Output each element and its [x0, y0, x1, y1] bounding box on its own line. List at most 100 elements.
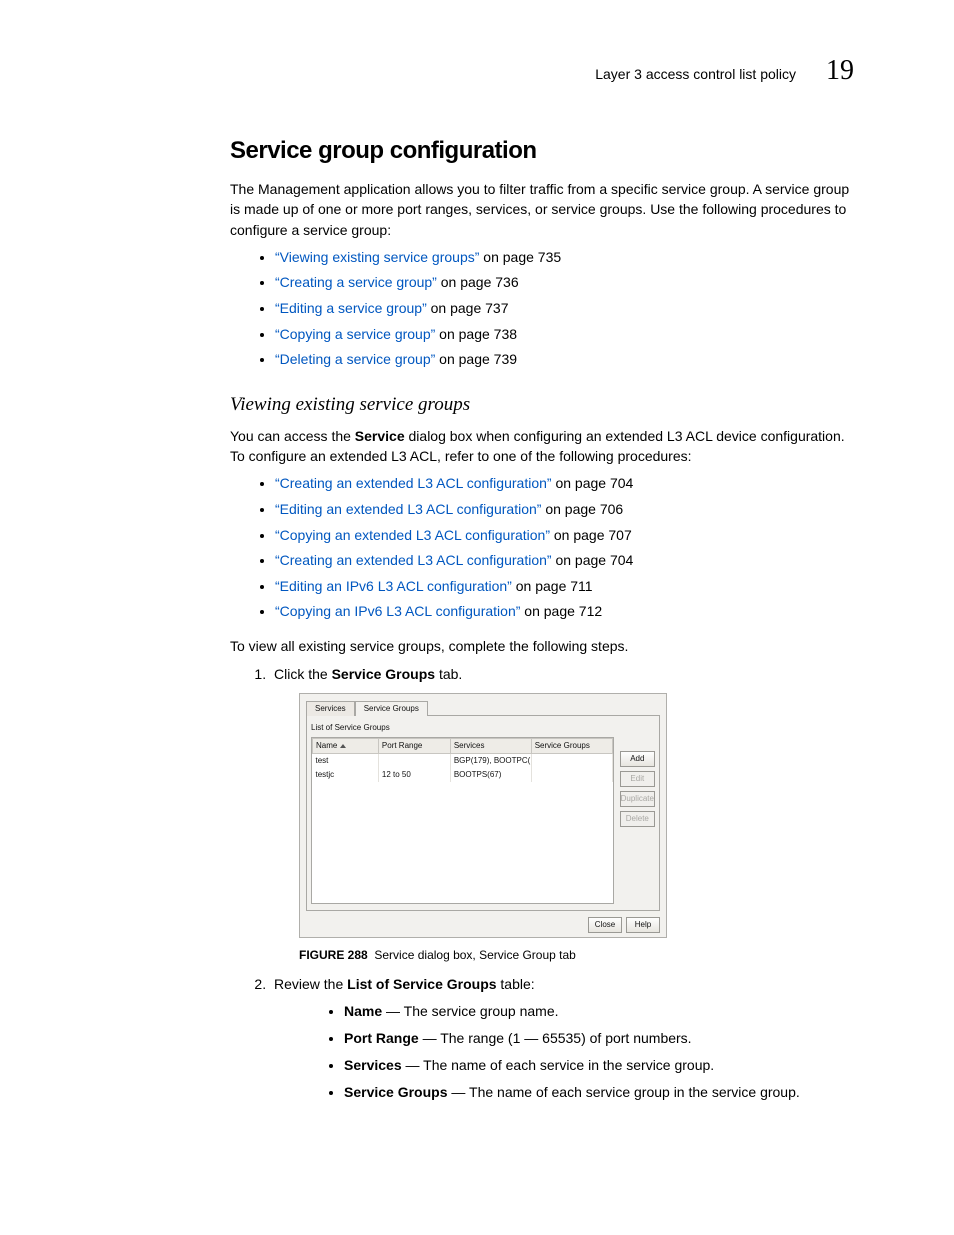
cell-groups — [531, 754, 612, 769]
link-suffix: on page 707 — [550, 527, 632, 543]
table-header-row: Name Port Range Services Service Groups — [313, 739, 613, 754]
list-item: “Deleting a service group” on page 739 — [275, 350, 854, 370]
list-item: “Creating a service group” on page 736 — [275, 273, 854, 293]
list-item: “Creating an extended L3 ACL configurati… — [275, 474, 854, 494]
list-item: “Copying a service group” on page 738 — [275, 325, 854, 345]
list-item: Port Range — The range (1 — 65535) of po… — [344, 1028, 854, 1049]
paragraph: You can access the Service dialog box wh… — [230, 426, 854, 467]
running-header: Layer 3 access control list policy 19 — [230, 55, 854, 87]
xref-link[interactable]: “Editing a service group” — [275, 300, 427, 316]
list-item: “Editing an extended L3 ACL configuratio… — [275, 500, 854, 520]
table-row[interactable]: test BGP(179), BOOTPC(... — [313, 754, 613, 769]
text: Review the — [274, 976, 347, 992]
text: — The service group name. — [382, 1003, 558, 1019]
acl-links-list: “Creating an extended L3 ACL configurati… — [230, 474, 854, 622]
text: Click the — [274, 666, 332, 682]
dialog-tabs: Services Service Groups — [306, 700, 660, 715]
cell-name: test — [313, 754, 379, 769]
list-item: “Copying an IPv6 L3 ACL configuration” o… — [275, 602, 854, 622]
cell-name: testjc — [313, 768, 379, 782]
col-services[interactable]: Services — [450, 739, 531, 754]
bold-text: List of Service Groups — [347, 976, 496, 992]
chapter-number: 19 — [826, 55, 854, 87]
bold-text: Name — [344, 1003, 382, 1019]
link-suffix: on page 738 — [435, 326, 517, 342]
link-suffix: on page 704 — [552, 552, 634, 568]
add-button[interactable]: Add — [620, 751, 655, 767]
steps-list: Click the Service Groups tab. Services S… — [230, 664, 854, 1103]
xref-link[interactable]: “Copying an IPv6 L3 ACL configuration” — [275, 603, 520, 619]
header-section: Layer 3 access control list policy — [595, 66, 796, 82]
page: Layer 3 access control list policy 19 Se… — [0, 0, 954, 1235]
dialog-bottom-buttons: Close Help — [306, 917, 660, 933]
text: You can access the — [230, 428, 355, 444]
xref-link[interactable]: “Creating a service group” — [275, 274, 437, 290]
link-suffix: on page 736 — [437, 274, 519, 290]
xref-link[interactable]: “Creating an extended L3 ACL configurati… — [275, 552, 552, 568]
edit-button[interactable]: Edit — [620, 771, 655, 787]
xref-link[interactable]: “Editing an IPv6 L3 ACL configuration” — [275, 578, 512, 594]
text: table: — [497, 976, 535, 992]
text: — The name of each service in the servic… — [402, 1057, 715, 1073]
step2-sublist: Name — The service group name. Port Rang… — [274, 1001, 854, 1103]
xref-link[interactable]: “Copying a service group” — [275, 326, 435, 342]
figure-block: Services Service Groups List of Service … — [299, 693, 854, 964]
link-suffix: on page 711 — [512, 578, 593, 594]
col-name[interactable]: Name — [313, 739, 379, 754]
link-suffix: on page 739 — [435, 351, 517, 367]
bold-text: Services — [344, 1057, 402, 1073]
duplicate-button[interactable]: Duplicate — [620, 791, 655, 807]
xref-link[interactable]: “Viewing existing service groups” — [275, 249, 479, 265]
list-item: “Viewing existing service groups” on pag… — [275, 248, 854, 268]
list-item: Service Groups — The name of each servic… — [344, 1082, 854, 1103]
heading-viewing-groups: Viewing existing service groups — [230, 394, 854, 416]
xref-link[interactable]: “Copying an extended L3 ACL configuratio… — [275, 527, 550, 543]
col-service-groups[interactable]: Service Groups — [531, 739, 612, 754]
list-item: “Creating an extended L3 ACL configurati… — [275, 551, 854, 571]
sort-asc-icon — [340, 744, 346, 748]
xref-link[interactable]: “Creating an extended L3 ACL configurati… — [275, 475, 552, 491]
procedures-list: “Viewing existing service groups” on pag… — [230, 248, 854, 370]
paragraph: To view all existing service groups, com… — [230, 636, 854, 656]
bold-text: Service Groups — [332, 666, 436, 682]
table-row[interactable]: testjc 12 to 50 BOOTPS(67) — [313, 768, 613, 782]
grid-wrap: Name Port Range Services Service Groups — [311, 737, 655, 904]
link-suffix: on page 712 — [520, 603, 602, 619]
bold-text: Service Groups — [344, 1084, 448, 1100]
link-suffix: on page 704 — [552, 475, 634, 491]
xref-link[interactable]: “Editing an extended L3 ACL configuratio… — [275, 501, 541, 517]
link-suffix: on page 737 — [427, 300, 509, 316]
list-item: Services — The name of each service in t… — [344, 1055, 854, 1076]
tab-services[interactable]: Services — [306, 701, 355, 716]
service-dialog: Services Service Groups List of Service … — [299, 693, 667, 938]
close-button[interactable]: Close — [588, 917, 622, 933]
bold-text: Port Range — [344, 1030, 419, 1046]
list-label: List of Service Groups — [311, 722, 655, 734]
dialog-side-buttons: Add Edit Duplicate Delete — [620, 737, 655, 904]
cell-services: BOOTPS(67) — [450, 768, 531, 782]
col-port-range[interactable]: Port Range — [378, 739, 450, 754]
list-item: “Copying an extended L3 ACL configuratio… — [275, 526, 854, 546]
cell-groups — [531, 768, 612, 782]
text: tab. — [435, 666, 462, 682]
step-2: Review the List of Service Groups table:… — [270, 974, 854, 1103]
link-suffix: on page 706 — [541, 501, 623, 517]
xref-link[interactable]: “Deleting a service group” — [275, 351, 435, 367]
figure-number: FIGURE 288 — [299, 948, 368, 962]
tab-service-groups[interactable]: Service Groups — [355, 701, 428, 716]
list-item: “Editing an IPv6 L3 ACL configuration” o… — [275, 577, 854, 597]
figure-title: Service dialog box, Service Group tab — [374, 948, 575, 962]
help-button[interactable]: Help — [626, 917, 660, 933]
cell-port-range — [378, 754, 450, 769]
figure-caption: FIGURE 288 Service dialog box, Service G… — [299, 946, 854, 964]
service-groups-table[interactable]: Name Port Range Services Service Groups — [311, 737, 614, 904]
heading-service-group-config: Service group configuration — [230, 137, 854, 165]
cell-services: BGP(179), BOOTPC(... — [450, 754, 531, 769]
text: — The name of each service group in the … — [448, 1084, 800, 1100]
delete-button[interactable]: Delete — [620, 811, 655, 827]
list-item: “Editing a service group” on page 737 — [275, 299, 854, 319]
intro-paragraph: The Management application allows you to… — [230, 179, 854, 240]
step-1: Click the Service Groups tab. Services S… — [270, 664, 854, 964]
col-label: Name — [316, 741, 337, 750]
list-item: Name — The service group name. — [344, 1001, 854, 1022]
